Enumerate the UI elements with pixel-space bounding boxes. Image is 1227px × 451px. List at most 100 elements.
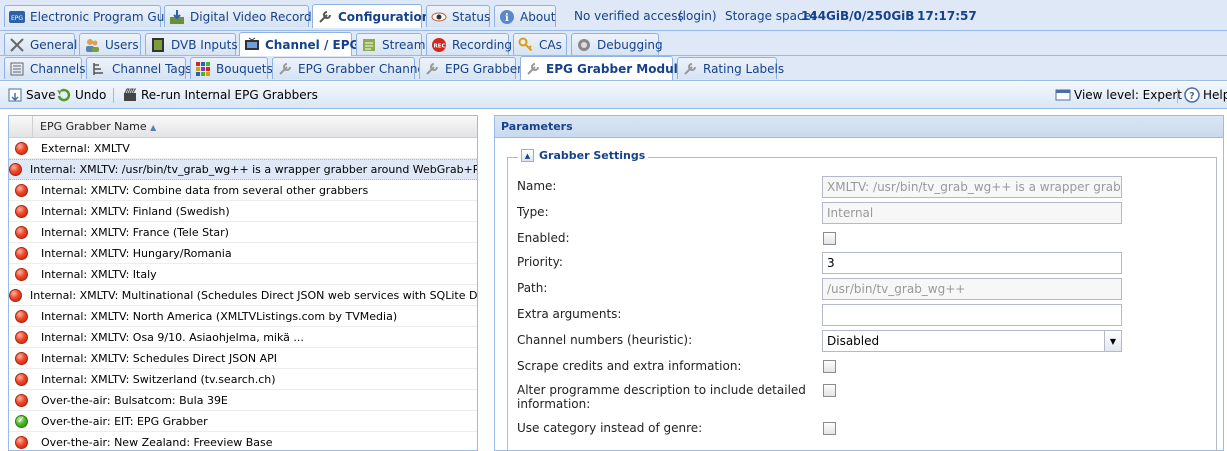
table-row[interactable]: External: XMLTV bbox=[9, 138, 477, 159]
tab-label: DVB Inputs bbox=[171, 37, 238, 52]
login-link[interactable]: (login) bbox=[678, 9, 717, 23]
tab-bouquets[interactable]: Bouquets bbox=[190, 57, 273, 79]
status-cell bbox=[9, 330, 33, 344]
tab-about[interactable]: i About bbox=[494, 5, 556, 27]
table-row[interactable]: Internal: XMLTV: Combine data from sever… bbox=[9, 180, 477, 201]
name-field[interactable]: XMLTV: /usr/bin/tv_grab_wg++ is a wrappe… bbox=[822, 176, 1122, 198]
priority-field[interactable]: 3 bbox=[822, 252, 1122, 274]
table-row[interactable]: Internal: XMLTV: Schedules Direct JSON A… bbox=[9, 348, 477, 369]
table-row[interactable]: Internal: XMLTV: Finland (Swedish) bbox=[9, 201, 477, 222]
stream-icon bbox=[361, 37, 377, 53]
disabled-status-icon bbox=[14, 309, 28, 323]
status-cell bbox=[9, 163, 22, 176]
table-row[interactable]: ✓ Over-the-air: EIT: EPG Grabber bbox=[9, 411, 477, 432]
tab-dvb-inputs[interactable]: DVB Inputs bbox=[145, 33, 238, 55]
type-field[interactable]: Internal bbox=[822, 202, 1122, 224]
grid-body: External: XMLTV Internal: XMLTV: /usr/bin… bbox=[9, 138, 477, 450]
use-category-label: Use category instead of genre: bbox=[517, 421, 703, 435]
tab-label: EPG Grabber bbox=[445, 61, 523, 76]
status-cell bbox=[9, 225, 33, 239]
grabber-icon bbox=[682, 61, 698, 77]
grabber-name: Internal: XMLTV: /usr/bin/tv_grab_wg++ i… bbox=[30, 163, 478, 176]
tab-stream[interactable]: Stream bbox=[356, 33, 425, 55]
table-row[interactable]: Over-the-air: New Zealand: Freeview Base bbox=[9, 432, 477, 450]
parameters-title: Parameters bbox=[495, 116, 1223, 138]
disabled-status-icon bbox=[14, 141, 28, 155]
tab-debugging[interactable]: Debugging bbox=[571, 33, 663, 55]
tab-dvr[interactable]: Digital Video Recorder bbox=[164, 5, 324, 27]
extra-arguments-field[interactable] bbox=[822, 304, 1122, 326]
tab-epg-grabber-modules[interactable]: EPG Grabber Modules bbox=[520, 56, 693, 80]
table-row[interactable]: Internal: XMLTV: Switzerland (tv.search.… bbox=[9, 369, 477, 390]
grid-header: EPG Grabber Name ▲ bbox=[9, 116, 477, 138]
info-icon: i bbox=[499, 9, 515, 25]
table-row[interactable]: Over-the-air: Bulsatcom: Bula 39E bbox=[9, 390, 477, 411]
tab-cas[interactable]: CAs bbox=[513, 33, 567, 55]
table-row[interactable]: Internal: XMLTV: Italy bbox=[9, 264, 477, 285]
table-row[interactable]: Internal: XMLTV: /usr/bin/tv_grab_wg++ i… bbox=[9, 159, 477, 180]
disabled-status-icon bbox=[14, 267, 28, 281]
channel-numbers-select[interactable]: Disabled ▼ bbox=[822, 330, 1122, 352]
tab-label: EPG Grabber Channels bbox=[298, 61, 435, 76]
grabber-name: Internal: XMLTV: Schedules Direct JSON A… bbox=[41, 351, 278, 365]
tab-label: Digital Video Recorder bbox=[190, 9, 324, 24]
column-header-name[interactable]: EPG Grabber Name ▲ bbox=[33, 120, 156, 133]
name-label: Name: bbox=[517, 179, 557, 193]
table-row[interactable]: Internal: XMLTV: North America (XMLTVLis… bbox=[9, 306, 477, 327]
table-row[interactable]: Internal: XMLTV: Multinational (Schedule… bbox=[9, 285, 477, 306]
grabber-grid: EPG Grabber Name ▲ External: XMLTV Intern… bbox=[8, 115, 478, 451]
undo-button[interactable]: Undo bbox=[56, 87, 106, 103]
chevron-down-icon[interactable]: ▼ bbox=[1104, 331, 1121, 351]
collapse-icon[interactable]: ▲ bbox=[521, 149, 534, 162]
save-icon bbox=[7, 87, 23, 103]
save-button[interactable]: Save bbox=[7, 87, 55, 103]
view-level-label: View level: Expert bbox=[1074, 88, 1183, 102]
tab-epg-grabber[interactable]: EPG Grabber bbox=[419, 57, 522, 79]
tab-users[interactable]: Users bbox=[79, 33, 141, 55]
channel-numbers-value: Disabled bbox=[827, 334, 880, 348]
tab-configuration[interactable]: Configuration bbox=[312, 4, 430, 28]
svg-text:i: i bbox=[505, 13, 509, 24]
path-label: Path: bbox=[517, 281, 548, 295]
tab-epg[interactable]: EPG Electronic Program Guide bbox=[4, 5, 183, 27]
tab-status[interactable]: Status bbox=[426, 5, 490, 27]
use-category-checkbox[interactable] bbox=[823, 422, 836, 435]
table-row[interactable]: Internal: XMLTV: Osa 9/10. Asiaohjelma, … bbox=[9, 327, 477, 348]
scrape-credits-checkbox[interactable] bbox=[823, 360, 836, 373]
disabled-status-icon bbox=[9, 163, 22, 176]
alter-description-checkbox[interactable] bbox=[823, 384, 836, 397]
tab-label: General bbox=[30, 37, 78, 52]
sort-asc-icon: ▲ bbox=[150, 123, 157, 132]
wrench-icon bbox=[317, 9, 333, 25]
rerun-grabbers-button[interactable]: Re-run Internal EPG Grabbers bbox=[122, 87, 318, 103]
disabled-status-icon bbox=[14, 330, 28, 344]
enabled-checkbox[interactable] bbox=[823, 232, 836, 245]
grabber-name: Internal: XMLTV: Osa 9/10. Asiaohjelma, … bbox=[41, 330, 304, 344]
disabled-status-icon bbox=[14, 246, 28, 260]
help-button[interactable]: ? Help bbox=[1184, 87, 1227, 103]
tags-icon bbox=[91, 61, 107, 77]
tab-rating-labels[interactable]: Rating Labels bbox=[677, 57, 784, 79]
channel-numbers-label: Channel numbers (heuristic): bbox=[517, 333, 693, 347]
tab-label: Channels bbox=[30, 61, 86, 76]
tab-general[interactable]: General bbox=[4, 33, 78, 55]
table-row[interactable]: Internal: XMLTV: Hungary/Romania bbox=[9, 243, 477, 264]
tab-channel-tags[interactable]: Channel Tags bbox=[86, 57, 192, 79]
tab-label: CAs bbox=[539, 37, 562, 52]
undo-label: Undo bbox=[75, 88, 107, 102]
tab-recording[interactable]: REC Recording bbox=[426, 33, 512, 55]
channels-icon bbox=[9, 61, 25, 77]
status-cell bbox=[9, 183, 33, 197]
disabled-status-icon bbox=[14, 372, 28, 386]
tab-epg-grabber-channels[interactable]: EPG Grabber Channels bbox=[272, 57, 434, 79]
svg-text:EPG: EPG bbox=[11, 15, 23, 22]
grabber-name: Over-the-air: EIT: EPG Grabber bbox=[41, 414, 208, 428]
rerun-icon bbox=[122, 87, 138, 103]
table-row[interactable]: Internal: XMLTV: France (Tele Star) bbox=[9, 222, 477, 243]
tab-channel-epg[interactable]: Channel / EPG bbox=[239, 32, 359, 56]
view-level-dropdown[interactable]: View level: Expert ▼ bbox=[1055, 87, 1190, 103]
path-field[interactable]: /usr/bin/tv_grab_wg++ bbox=[822, 278, 1122, 300]
rec-icon: REC bbox=[431, 37, 447, 53]
tab-channels[interactable]: Channels bbox=[4, 57, 86, 79]
grabber-icon bbox=[525, 61, 541, 77]
